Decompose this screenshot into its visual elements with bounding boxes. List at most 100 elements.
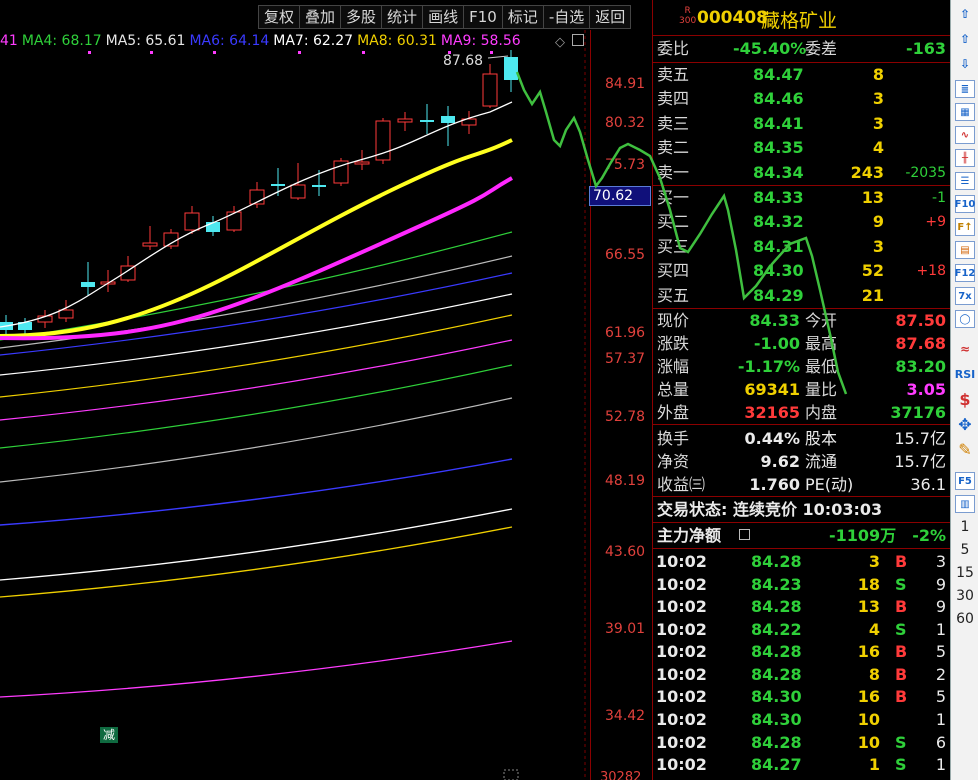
fundamental-row: 收益㈢ 1.760 PE(动) 36.1: [653, 473, 950, 496]
level-price: 84.34: [753, 162, 804, 182]
kline-chart[interactable]: 复权 叠加 多股 统计 画线 F10 标记 -自选 返回 41 MA4: 68.17 MA5: 65…: [0, 0, 652, 780]
f10-icon[interactable]: F10: [955, 195, 975, 213]
level-volume: 9: [872, 212, 884, 232]
tick-price: 84.23: [751, 574, 802, 594]
toolbar-button[interactable]: 画线: [422, 5, 464, 29]
ask-row[interactable]: 卖五 84.47 8: [653, 63, 950, 87]
layout-icon[interactable]: ▥: [955, 495, 975, 513]
detail-icon[interactable]: [739, 528, 750, 540]
y-axis: 84.91 80.32 75.73 66.55 61.96 57.37 52.78 48.19…: [590, 30, 652, 780]
arrow-up-icon[interactable]: ⇧: [953, 3, 977, 25]
bid-row[interactable]: 买三 84.31 3: [653, 235, 950, 259]
level-volume: 8: [872, 65, 884, 84]
tick-row: 10:02 84.23 18 S 9: [653, 574, 950, 597]
toolbar-button[interactable]: 复权: [258, 5, 300, 29]
period-list: 1 5 15 30 60: [951, 519, 978, 627]
toolbar-button[interactable]: F10: [463, 5, 502, 29]
period-button[interactable]: 15: [951, 565, 978, 581]
tick-side: B: [895, 664, 908, 684]
ma-line: [0, 397, 513, 483]
grid-icon[interactable]: ▦: [955, 103, 975, 121]
circle-icon[interactable]: ◯: [955, 310, 975, 328]
toolbar-button[interactable]: 多股: [340, 5, 382, 29]
seven-x-icon[interactable]: 7x: [955, 287, 975, 305]
stat-value: 87.50: [895, 310, 946, 330]
fund-value: 15.7亿: [894, 428, 946, 448]
toolbar-button[interactable]: 叠加: [299, 5, 341, 29]
tick-count: 1: [935, 755, 946, 775]
tick-count: 1: [935, 710, 946, 730]
toolbar-button[interactable]: -自选: [542, 5, 590, 29]
candle-body: [420, 120, 434, 122]
dollar-icon[interactable]: $: [953, 388, 977, 410]
period-button[interactable]: 30: [951, 588, 978, 604]
y-tick-label: 34.42: [605, 708, 646, 724]
tick-row: 10:02 84.22 4 S 1: [653, 619, 950, 642]
period-button[interactable]: 60: [951, 611, 978, 627]
f5-icon[interactable]: F5: [955, 472, 975, 490]
ask-row[interactable]: 卖一 84.34 243 -2035: [653, 161, 950, 185]
f12-icon[interactable]: F12: [955, 264, 975, 282]
candle-body: [290, 184, 306, 199]
stock-list-icon[interactable]: ≣: [955, 80, 975, 98]
tick-count: 5: [935, 687, 946, 707]
tick-side: B: [895, 687, 908, 707]
level-price: 84.46: [753, 89, 804, 109]
quote-header: R 300 000408 藏格矿业: [653, 0, 950, 36]
diamond-icon[interactable]: ◇: [554, 36, 566, 49]
tick-side: B: [895, 642, 908, 662]
bid-row[interactable]: 买一 84.33 13 -1: [653, 186, 950, 210]
candle-body: [163, 232, 179, 247]
level-volume: 243: [850, 162, 884, 182]
fundamental-row: 换手 0.44% 股本 15.7亿: [653, 427, 950, 450]
ma-line: [0, 272, 513, 356]
tick-volume: 1: [868, 755, 880, 775]
cross-move-icon[interactable]: ✥: [953, 413, 977, 435]
toolbar-button[interactable]: 标记: [501, 5, 543, 29]
main-flow-label: 主力净额: [657, 525, 722, 545]
candle-icon[interactable]: ╫: [955, 149, 975, 167]
current-price-tag: 70.62: [589, 186, 651, 206]
bid-row[interactable]: 买二 84.32 9 +9: [653, 210, 950, 234]
rank-icon[interactable]: F↑: [955, 218, 975, 236]
y-tick-label: 84.91: [605, 76, 646, 92]
level-label: 卖一: [657, 162, 690, 182]
ask-row[interactable]: 卖四 84.46 3: [653, 87, 950, 111]
trade-status-row: 交易状态: 连续竞价 10:03:03: [653, 495, 950, 522]
y-tick-label: 61.96: [605, 325, 646, 341]
line-chart-icon[interactable]: ∿: [955, 126, 975, 144]
list-icon[interactable]: ☰: [955, 172, 975, 190]
toolbar-button[interactable]: 返回: [589, 5, 632, 29]
zigzag-icon[interactable]: ≈: [953, 338, 977, 360]
arrow-down-icon[interactable]: ⇩: [953, 53, 977, 75]
pencil-icon[interactable]: ✎: [953, 438, 977, 460]
ask-row[interactable]: 卖二 84.35 4: [653, 136, 950, 160]
level-price: 84.31: [753, 236, 804, 256]
arrow-up-outline-icon[interactable]: ⇧: [953, 28, 977, 50]
kline-svg: [0, 30, 586, 780]
period-button[interactable]: 5: [951, 542, 978, 558]
level-price: 84.29: [753, 285, 804, 305]
stat-value: -1.00: [753, 333, 800, 353]
ask-row[interactable]: 卖三 84.41 3: [653, 112, 950, 136]
tick-time: 10:02: [656, 642, 707, 662]
report-icon[interactable]: ▤: [955, 241, 975, 259]
stat-row: 涨幅 -1.17% 最低 83.20: [653, 355, 950, 378]
webi-row: 委比 -45.40% 委差 -163: [653, 36, 950, 62]
stock-name[interactable]: 藏格矿业: [761, 6, 837, 33]
stat-label: 涨幅: [657, 356, 690, 376]
bid-book: 买一 84.33 13 -1 买二 84.32 9 +9 买三 84.31 3 买四 84.30 52 +1…: [653, 184, 950, 308]
bid-row[interactable]: 买四 84.30 52 +18: [653, 259, 950, 283]
level-change: +18: [916, 263, 946, 280]
bid-row[interactable]: 买五 84.29 21: [653, 284, 950, 308]
fund-label: PE(动): [805, 474, 854, 494]
main-flow-row[interactable]: 主力净额 -1109万 -2%: [653, 521, 950, 548]
tick-count: 5: [935, 642, 946, 662]
level-label: 买四: [657, 261, 690, 281]
tick-price: 84.30: [751, 687, 802, 707]
rsi-icon[interactable]: RSI: [953, 363, 977, 385]
period-button[interactable]: 1: [951, 519, 978, 535]
tick-price: 84.28: [751, 664, 802, 684]
toolbar-button[interactable]: 统计: [381, 5, 423, 29]
window-icon[interactable]: [572, 34, 584, 46]
